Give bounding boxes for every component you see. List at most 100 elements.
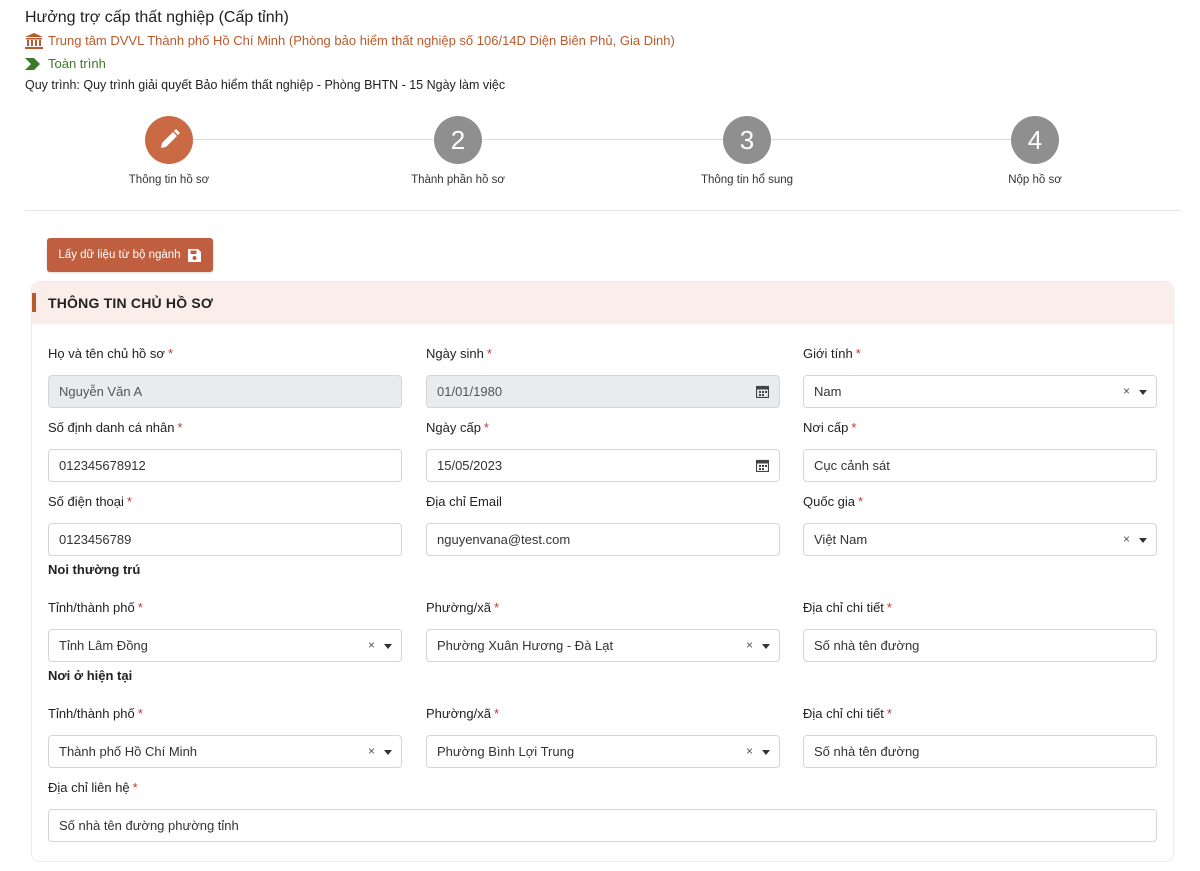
step-3-label: Thông tin hổ sung [700, 174, 794, 186]
agency-row: Trung tâm DVVL Thành phố Hồ Chí Minh (Ph… [25, 32, 1175, 50]
page-title: Hưởng trợ cấp thất nghiệp (Cấp tỉnh) [25, 9, 289, 26]
cur-province-field: Tỉnh/thành phố * Thành phố Hồ Chí Minh × [48, 705, 402, 768]
issue-place-input[interactable]: Cục cảnh sát [803, 449, 1157, 482]
required-mark: * [132, 780, 138, 795]
clear-icon[interactable]: × [746, 744, 753, 758]
required-mark: * [858, 494, 864, 509]
perm-ward-field: Phường/xã * Phường Xuân Hương - Đà Lạt × [426, 599, 780, 662]
clear-icon[interactable]: × [1123, 384, 1130, 398]
save-icon [187, 248, 202, 263]
step-1[interactable]: Thông tin hồ sơ [89, 116, 249, 186]
issue-place-field: Nơi cấp * Cục cảnh sát [803, 419, 1157, 482]
required-mark: * [483, 420, 489, 435]
clear-icon[interactable]: × [1123, 532, 1130, 546]
required-mark: * [851, 420, 857, 435]
cur-address-input[interactable]: Số nhà tên đường [803, 735, 1157, 768]
gender-field: Giới tính * Nam × [803, 345, 1157, 408]
fetch-data-button[interactable]: Lấy dữ liệu từ bộ ngành [47, 238, 213, 272]
step-4-label: Nộp hồ sơ [1008, 174, 1062, 186]
chevron-down-icon[interactable] [384, 750, 392, 755]
pencil-icon [157, 128, 181, 152]
chevron-down-icon[interactable] [384, 644, 392, 649]
perm-ward-select[interactable]: Phường Xuân Hương - Đà Lạt × [426, 629, 780, 662]
perm-province-field: Tỉnh/thành phố * Tỉnh Lâm Đồng × [48, 599, 402, 662]
contact-address-label: Địa chỉ liên hệ [48, 780, 130, 795]
page-header: Hưởng trợ cấp thất nghiệp (Cấp tỉnh) Tru… [25, 8, 1175, 93]
contact-address-field: Địa chỉ liên hệ * Số nhà tên đường phường… [48, 779, 1157, 842]
step-4[interactable]: 4 Nộp hồ sơ [955, 116, 1115, 186]
chevron-down-icon[interactable] [762, 750, 770, 755]
progress-stepper: Thông tin hồ sơ 2 Thành phần hồ sơ 3 Thô… [25, 116, 1180, 211]
country-select[interactable]: Việt Nam × [803, 523, 1157, 556]
stepper-line [169, 139, 1037, 140]
issue-date-field: Ngày cấp * 15/05/2023 [426, 419, 780, 482]
email-input[interactable]: nguyenvana@test.com [426, 523, 780, 556]
cur-ward-select[interactable]: Phường Bình Lợi Trung × [426, 735, 780, 768]
clear-icon[interactable]: × [746, 638, 753, 652]
issue-place-label: Nơi cấp [803, 420, 849, 435]
scope-label: Toàn trình [48, 56, 106, 71]
id-number-label: Số định danh cá nhân [48, 420, 175, 435]
full-name-field: Họ và tên chủ hồ sơ * Nguyễn Văn A [48, 345, 402, 408]
calendar-icon[interactable] [755, 385, 770, 399]
step-3-circle: 3 [723, 116, 771, 164]
chevron-arrow-icon [25, 58, 41, 70]
issue-date-label: Ngày cấp [426, 420, 481, 435]
applicant-info-card: THÔNG TIN CHỦ HỒ SƠ Họ và tên chủ hồ sơ *… [31, 281, 1174, 862]
phone-label: Số điện thoại [48, 494, 124, 509]
card-title: THÔNG TIN CHỦ HỒ SƠ [48, 295, 214, 311]
step-2[interactable]: 2 Thành phần hồ sơ [378, 116, 538, 186]
required-mark: * [137, 706, 143, 721]
permanent-residence-heading: Noi thường trú [48, 562, 141, 577]
chevron-down-icon[interactable] [762, 644, 770, 649]
current-residence-heading: Nơi ở hiện tại [48, 668, 133, 683]
agency-name: Trung tâm DVVL Thành phố Hồ Chí Minh (Ph… [48, 33, 675, 48]
perm-address-field: Địa chỉ chi tiết * Số nhà tên đường [803, 599, 1157, 662]
issue-date-value: 15/05/2023 [437, 458, 503, 473]
step-3[interactable]: 3 Thông tin hổ sung [667, 116, 827, 186]
clear-icon[interactable]: × [368, 638, 375, 652]
chevron-down-icon[interactable] [1139, 390, 1147, 395]
required-mark: * [886, 706, 892, 721]
bank-icon [25, 33, 43, 49]
email-field: Địa chỉ Email nguyenvana@test.com [426, 493, 780, 556]
step-1-circle [145, 116, 193, 164]
perm-ward-value: Phường Xuân Hương - Đà Lạt [437, 638, 614, 653]
required-mark: * [493, 706, 499, 721]
full-name-input[interactable]: Nguyễn Văn A [48, 375, 402, 408]
required-mark: * [137, 600, 143, 615]
dob-field: Ngày sinh * 01/01/1980 [426, 345, 780, 408]
perm-province-label: Tỉnh/thành phố [48, 600, 135, 615]
cur-province-value: Thành phố Hồ Chí Minh [59, 744, 198, 759]
gender-label: Giới tính [803, 346, 853, 361]
perm-address-label: Địa chỉ chi tiết [803, 600, 884, 615]
perm-province-select[interactable]: Tỉnh Lâm Đồng × [48, 629, 402, 662]
country-field: Quốc gia * Việt Nam × [803, 493, 1157, 556]
calendar-icon[interactable] [755, 459, 770, 473]
fetch-data-label: Lấy dữ liệu từ bộ ngành [58, 249, 181, 261]
required-mark: * [886, 600, 892, 615]
issue-date-input[interactable]: 15/05/2023 [426, 449, 780, 482]
dob-input[interactable]: 01/01/1980 [426, 375, 780, 408]
country-value: Việt Nam [814, 532, 868, 547]
phone-input[interactable]: 0123456789 [48, 523, 402, 556]
cur-province-select[interactable]: Thành phố Hồ Chí Minh × [48, 735, 402, 768]
required-mark: * [126, 494, 132, 509]
step-2-label: Thành phần hồ sơ [411, 174, 505, 186]
perm-ward-label: Phường/xã [426, 600, 491, 615]
perm-address-input[interactable]: Số nhà tên đường [803, 629, 1157, 662]
contact-address-input[interactable]: Số nhà tên đường phường tỉnh [48, 809, 1157, 842]
cur-address-label: Địa chỉ chi tiết [803, 706, 884, 721]
chevron-down-icon[interactable] [1139, 538, 1147, 543]
scope-row: Toàn trình [25, 55, 1175, 73]
gender-value: Nam [814, 384, 842, 399]
clear-icon[interactable]: × [368, 744, 375, 758]
dob-label: Ngày sinh [426, 346, 484, 361]
step-4-circle: 4 [1011, 116, 1059, 164]
gender-select[interactable]: Nam × [803, 375, 1157, 408]
step-1-label: Thông tin hồ sơ [128, 174, 210, 186]
step-2-circle: 2 [434, 116, 482, 164]
required-mark: * [486, 346, 492, 361]
card-header: THÔNG TIN CHỦ HỒ SƠ [32, 282, 1173, 324]
id-number-input[interactable]: 012345678912 [48, 449, 402, 482]
